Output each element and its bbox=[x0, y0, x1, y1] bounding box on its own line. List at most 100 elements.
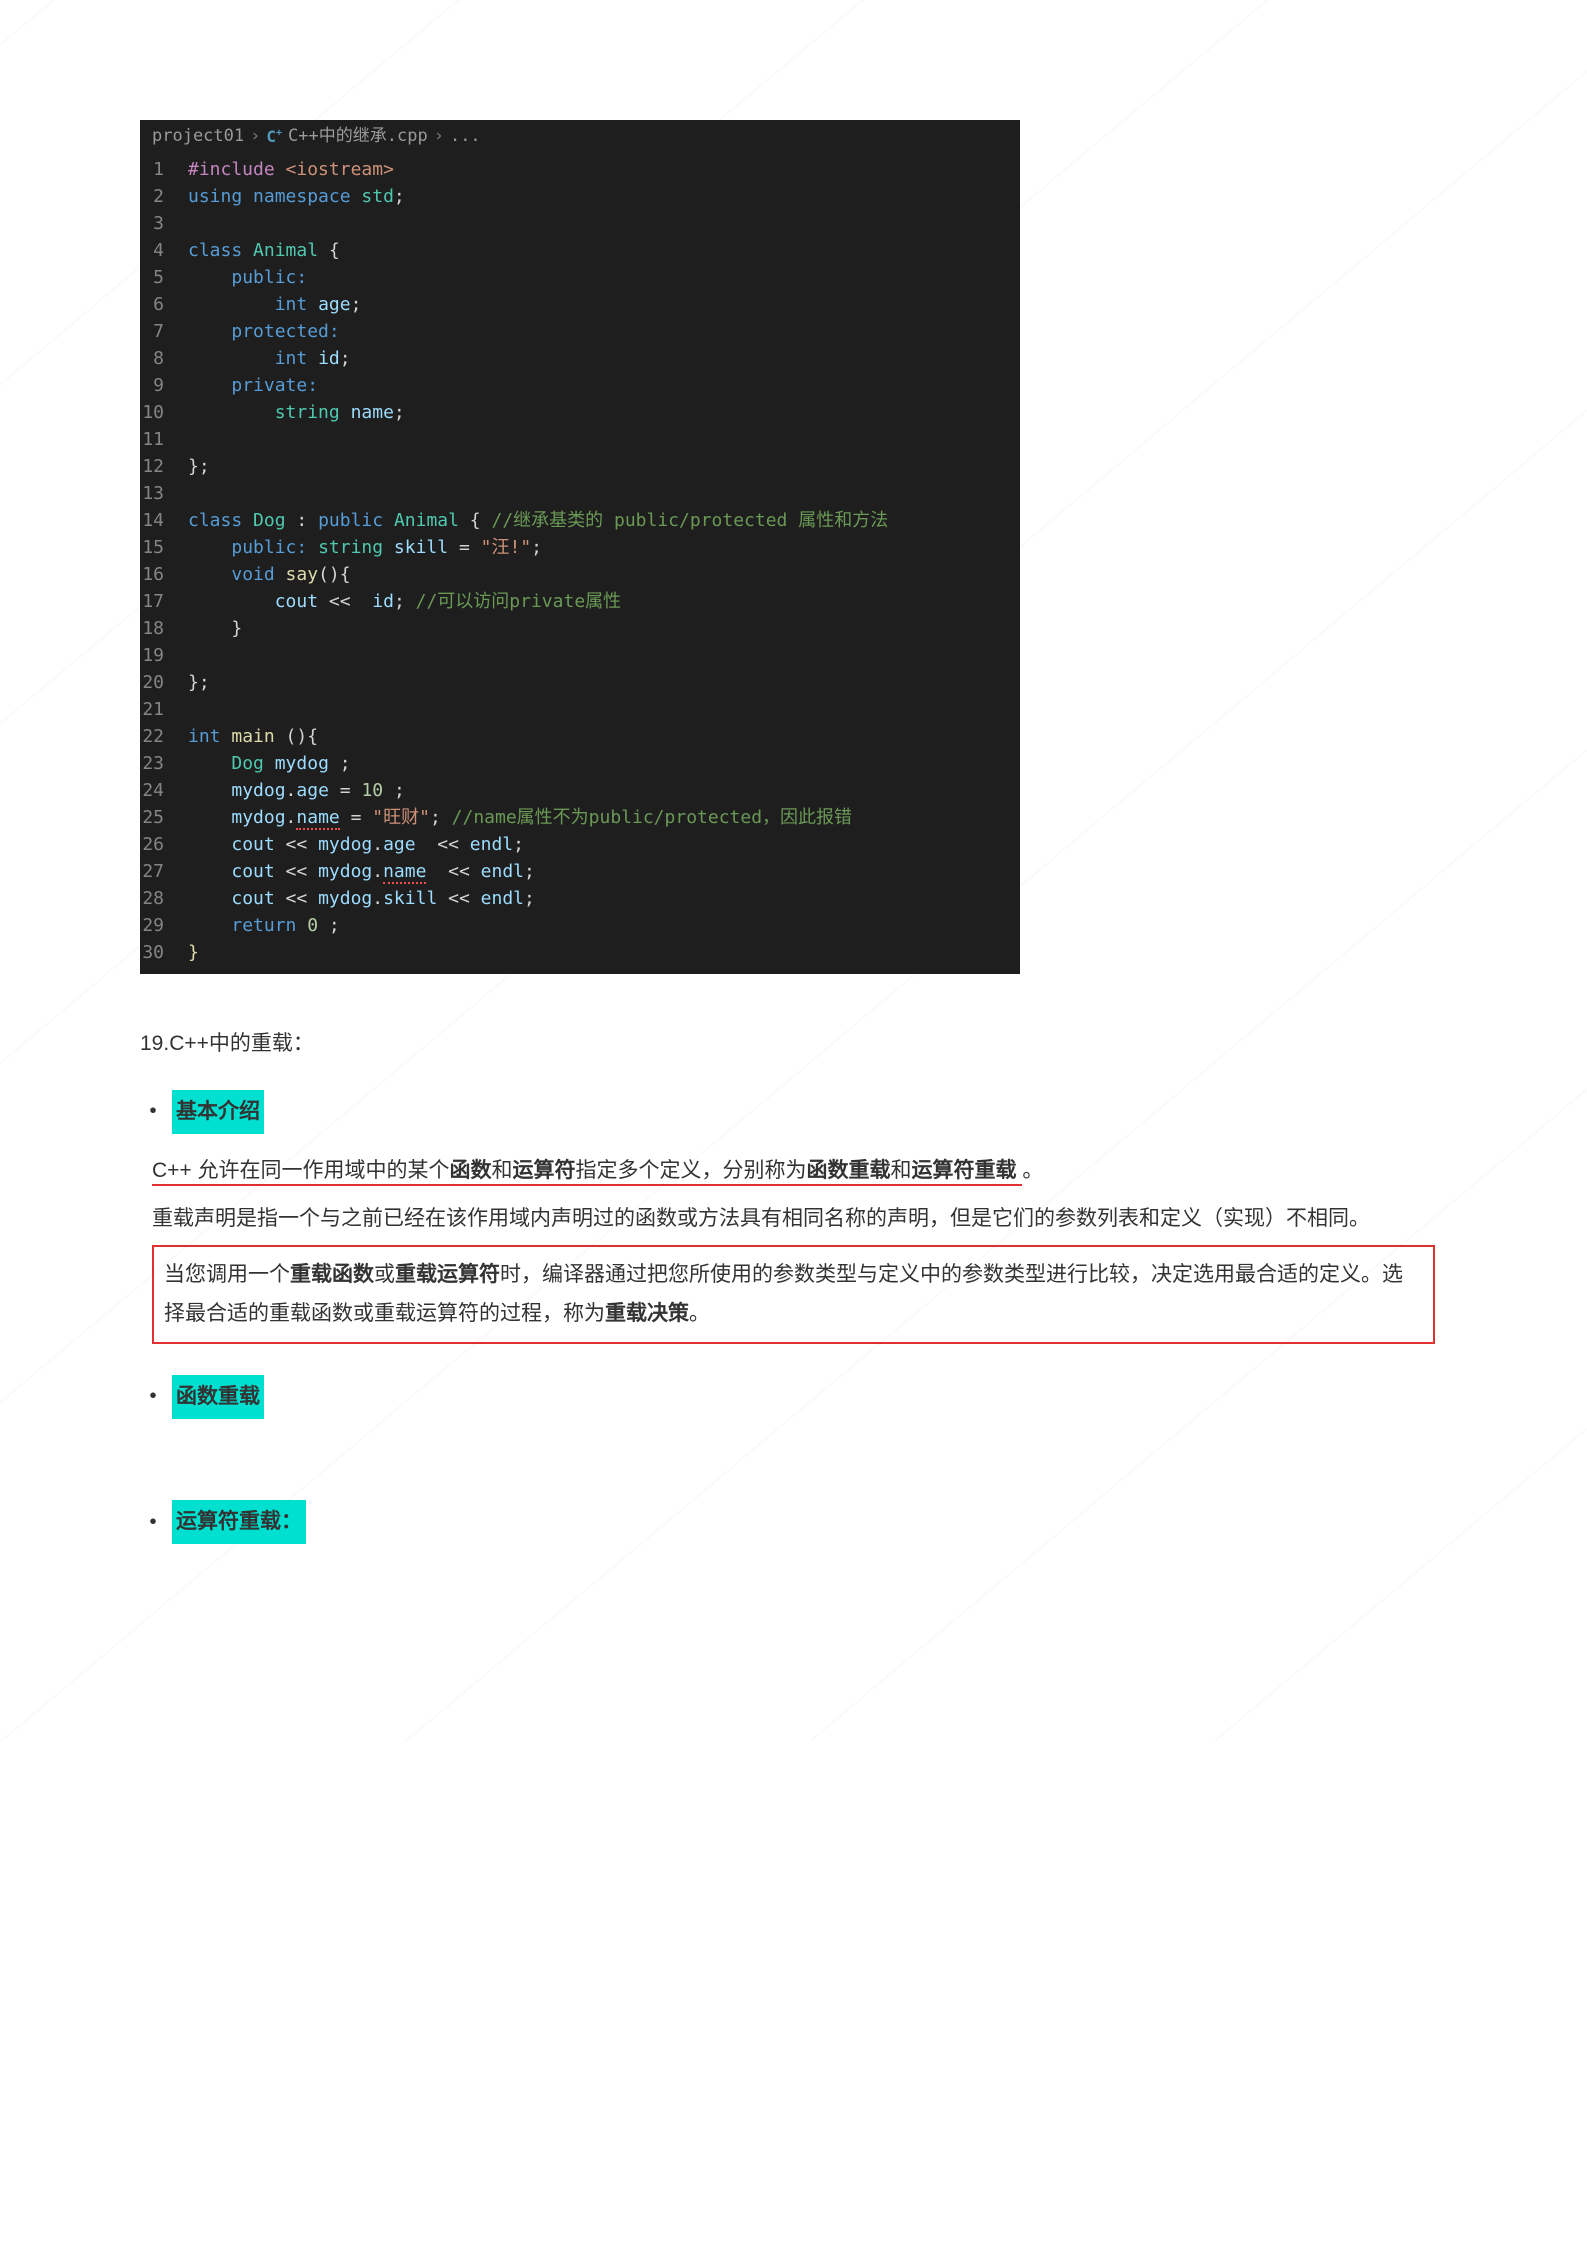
p1-text: 。 bbox=[1022, 1159, 1043, 1182]
intro-heading-row: ・ 基本介绍 bbox=[140, 1087, 1447, 1136]
box-text: 或 bbox=[374, 1263, 395, 1286]
line-content: protected: bbox=[188, 318, 1020, 345]
line-content: public: bbox=[188, 264, 1020, 291]
line-number: 29 bbox=[140, 912, 188, 939]
line-number: 16 bbox=[140, 561, 188, 588]
code-line[interactable]: 16 void say(){ bbox=[140, 561, 1020, 588]
p1-bold: 运算符重载 bbox=[912, 1159, 1017, 1182]
p1-text: C++ 允许在同一作用域中的某个 bbox=[152, 1159, 450, 1182]
line-content: return 0 ; bbox=[188, 912, 1020, 939]
code-line[interactable]: 5 public: bbox=[140, 264, 1020, 291]
p1-bold: 函数重载 bbox=[807, 1159, 891, 1182]
line-content bbox=[188, 210, 1020, 237]
code-line[interactable]: 1#include <iostream> bbox=[140, 156, 1020, 183]
code-line[interactable]: 8 int id; bbox=[140, 345, 1020, 372]
line-number: 24 bbox=[140, 777, 188, 804]
section-heading: 19.C++中的重载： bbox=[140, 1024, 1447, 1064]
code-line[interactable]: 3 bbox=[140, 210, 1020, 237]
code-line[interactable]: 20}; bbox=[140, 669, 1020, 696]
code-body[interactable]: 1#include <iostream>2using namespace std… bbox=[140, 154, 1020, 974]
code-line[interactable]: 10 string name; bbox=[140, 399, 1020, 426]
code-line[interactable]: 6 int age; bbox=[140, 291, 1020, 318]
code-line[interactable]: 14class Dog : public Animal { //继承基类的 pu… bbox=[140, 507, 1020, 534]
line-number: 21 bbox=[140, 696, 188, 723]
code-line[interactable]: 13 bbox=[140, 480, 1020, 507]
line-content: int id; bbox=[188, 345, 1020, 372]
sub-heading-1: 函数重载 bbox=[172, 1375, 264, 1419]
p1-text: 指定多个定义，分别称为 bbox=[576, 1159, 807, 1182]
breadcrumb-folder[interactable]: project01 bbox=[152, 124, 244, 150]
line-number: 27 bbox=[140, 858, 188, 885]
box-bold: 重载函数 bbox=[290, 1263, 374, 1286]
paragraph-1: C++ 允许在同一作用域中的某个函数和运算符指定多个定义，分别称为函数重载和运算… bbox=[152, 1151, 1435, 1191]
line-number: 7 bbox=[140, 318, 188, 345]
box-bold: 重载决策 bbox=[605, 1302, 689, 1325]
line-number: 2 bbox=[140, 183, 188, 210]
line-content: cout << mydog.name << endl; bbox=[188, 858, 1020, 885]
code-line[interactable]: 30} bbox=[140, 939, 1020, 966]
line-number: 14 bbox=[140, 507, 188, 534]
bullet-dot-icon: ・ bbox=[140, 1498, 166, 1547]
line-number: 18 bbox=[140, 615, 188, 642]
line-number: 4 bbox=[140, 237, 188, 264]
sub-heading-row-2: ・ 运算符重载： bbox=[140, 1498, 1447, 1547]
line-number: 25 bbox=[140, 804, 188, 831]
paragraph-2: 重载声明是指一个与之前已经在该作用域内声明过的函数或方法具有相同名称的声明，但是… bbox=[152, 1199, 1435, 1239]
line-content: void say(){ bbox=[188, 561, 1020, 588]
document-content: 19.C++中的重载： ・ 基本介绍 C++ 允许在同一作用域中的某个函数和运算… bbox=[140, 1024, 1447, 1548]
line-content: int main (){ bbox=[188, 723, 1020, 750]
code-line[interactable]: 21 bbox=[140, 696, 1020, 723]
code-line[interactable]: 18 } bbox=[140, 615, 1020, 642]
line-number: 1 bbox=[140, 156, 188, 183]
breadcrumb-file[interactable]: C++中的继承.cpp bbox=[288, 124, 428, 150]
code-line[interactable]: 25 mydog.name = "旺财"; //name属性不为public/p… bbox=[140, 804, 1020, 831]
line-content: Dog mydog ; bbox=[188, 750, 1020, 777]
line-number: 15 bbox=[140, 534, 188, 561]
line-content: string name; bbox=[188, 399, 1020, 426]
code-line[interactable]: 17 cout << id; //可以访问private属性 bbox=[140, 588, 1020, 615]
code-line[interactable]: 22int main (){ bbox=[140, 723, 1020, 750]
line-content: class Animal { bbox=[188, 237, 1020, 264]
code-line[interactable]: 29 return 0 ; bbox=[140, 912, 1020, 939]
code-line[interactable]: 7 protected: bbox=[140, 318, 1020, 345]
line-number: 13 bbox=[140, 480, 188, 507]
sub-heading-2: 运算符重载： bbox=[172, 1500, 306, 1544]
code-line[interactable]: 11 bbox=[140, 426, 1020, 453]
code-line[interactable]: 24 mydog.age = 10 ; bbox=[140, 777, 1020, 804]
line-number: 17 bbox=[140, 588, 188, 615]
code-line[interactable]: 28 cout << mydog.skill << endl; bbox=[140, 885, 1020, 912]
breadcrumb-tail[interactable]: ... bbox=[450, 124, 481, 150]
code-line[interactable]: 4class Animal { bbox=[140, 237, 1020, 264]
bullet-dot-icon: ・ bbox=[140, 1372, 166, 1421]
line-content: private: bbox=[188, 372, 1020, 399]
sub-heading-row-1: ・ 函数重载 bbox=[140, 1372, 1447, 1421]
code-line[interactable]: 27 cout << mydog.name << endl; bbox=[140, 858, 1020, 885]
line-content: cout << mydog.skill << endl; bbox=[188, 885, 1020, 912]
line-content: } bbox=[188, 939, 1020, 966]
line-number: 20 bbox=[140, 669, 188, 696]
code-line[interactable]: 15 public: string skill = "汪!"; bbox=[140, 534, 1020, 561]
line-content bbox=[188, 480, 1020, 507]
cpp-file-icon: C+ bbox=[266, 125, 282, 149]
line-content: }; bbox=[188, 453, 1020, 480]
p1-bold: 运算符 bbox=[513, 1159, 576, 1182]
code-line[interactable]: 12}; bbox=[140, 453, 1020, 480]
line-number: 30 bbox=[140, 939, 188, 966]
code-line[interactable]: 26 cout << mydog.age << endl; bbox=[140, 831, 1020, 858]
line-content: class Dog : public Animal { //继承基类的 publ… bbox=[188, 507, 1020, 534]
code-line[interactable]: 2using namespace std; bbox=[140, 183, 1020, 210]
line-content: } bbox=[188, 615, 1020, 642]
line-content: }; bbox=[188, 669, 1020, 696]
line-content: using namespace std; bbox=[188, 183, 1020, 210]
spacer bbox=[140, 1436, 1447, 1486]
code-line[interactable]: 9 private: bbox=[140, 372, 1020, 399]
breadcrumb: project01 › C+ C++中的继承.cpp › ... bbox=[140, 120, 1020, 154]
line-number: 11 bbox=[140, 426, 188, 453]
code-line[interactable]: 23 Dog mydog ; bbox=[140, 750, 1020, 777]
box-bold: 重载运算符 bbox=[395, 1263, 500, 1286]
chevron-right-icon: › bbox=[250, 124, 260, 150]
code-line[interactable]: 19 bbox=[140, 642, 1020, 669]
p1-text: 和 bbox=[492, 1159, 513, 1182]
line-content: cout << mydog.age << endl; bbox=[188, 831, 1020, 858]
line-content: mydog.name = "旺财"; //name属性不为public/prot… bbox=[188, 804, 1020, 831]
